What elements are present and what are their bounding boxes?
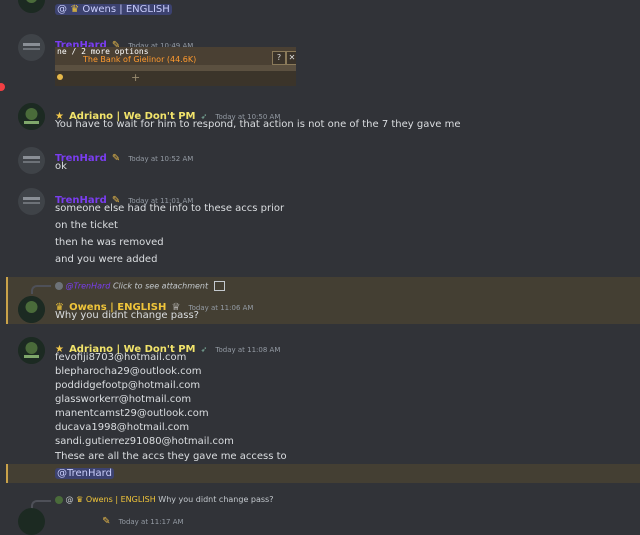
timestamp: Today at 11:08 AM — [215, 346, 281, 354]
message-text: on the ticket — [55, 220, 118, 231]
mention-trenhard[interactable]: @TrenHard — [55, 468, 114, 479]
message-text: ok — [55, 161, 67, 172]
reply-connector — [31, 285, 51, 294]
message-text: and you were added — [55, 254, 158, 265]
reply-avatar — [55, 282, 63, 290]
reply-author: @TrenHard — [65, 281, 111, 291]
crown-icon: ♛ — [76, 495, 84, 504]
email-line: poddidgefootp@hotmail.com — [55, 380, 201, 391]
reply-text: Why you didnt change pass? — [158, 495, 274, 504]
username-partial[interactable] — [55, 518, 97, 524]
email-line: fevofiji8703@hotmail.com — [55, 352, 187, 363]
plus-icon: + — [131, 71, 141, 84]
avatar[interactable] — [18, 508, 45, 535]
coins-icon — [57, 74, 63, 80]
avatar[interactable] — [18, 296, 45, 323]
reply-preview[interactable]: @TrenHard Click to see attachment — [55, 281, 225, 291]
email-line: ducava1998@hotmail.com — [55, 422, 190, 433]
reply-avatar — [55, 495, 63, 504]
mention-owens[interactable]: @ ♛ Owens | ENGLISH — [55, 4, 172, 15]
reply-author: Owens | ENGLISH — [85, 495, 156, 504]
pencil-icon: ✎ — [102, 516, 111, 527]
crown-icon: ♛ — [70, 4, 80, 15]
avatar[interactable] — [18, 34, 45, 61]
avatar[interactable] — [18, 147, 45, 174]
unread-indicator — [0, 83, 5, 91]
reply-at: @ — [65, 495, 74, 504]
message-text: then he was removed — [55, 237, 164, 248]
avatar[interactable] — [18, 188, 45, 215]
avatar[interactable] — [18, 0, 45, 13]
email-line: sandi.gutierrez91080@hotmail.com — [55, 436, 234, 447]
reply-preview[interactable]: @ ♛ Owens | ENGLISH Why you didnt change… — [55, 495, 273, 504]
mention-name: Owens | ENGLISH — [82, 4, 170, 15]
mention-at: @ — [57, 4, 67, 15]
timestamp: Today at 10:52 AM — [128, 155, 194, 163]
image-icon — [213, 281, 225, 291]
image-attachment[interactable]: ne / 2 more options The Bank of Gielinor… — [55, 47, 296, 86]
close-icon: ✕ — [286, 51, 296, 65]
avatar[interactable] — [18, 337, 45, 364]
timestamp: Today at 11:17 AM — [118, 518, 184, 526]
message-text: You have to wait for him to respond, tha… — [55, 119, 461, 130]
email-line: manentcamst29@outlook.com — [55, 408, 209, 419]
help-icon: ? — [272, 51, 286, 65]
reply-text: Click to see attachment — [112, 281, 209, 291]
pencil-icon: ✎ — [111, 153, 121, 164]
email-line: blepharocha29@outlook.com — [55, 366, 202, 377]
message-text: These are all the accs they gave me acce… — [55, 451, 287, 462]
embed-text-bank: The Bank of Gielinor (44.6K) — [83, 55, 197, 64]
email-line: glassworkerr@hotmail.com — [55, 394, 192, 405]
message-text: Why you didnt change pass? — [55, 310, 199, 321]
avatar[interactable] — [18, 103, 45, 130]
message-text: someone else had the info to these accs … — [55, 203, 285, 214]
bird-icon: ➶ — [200, 345, 208, 354]
